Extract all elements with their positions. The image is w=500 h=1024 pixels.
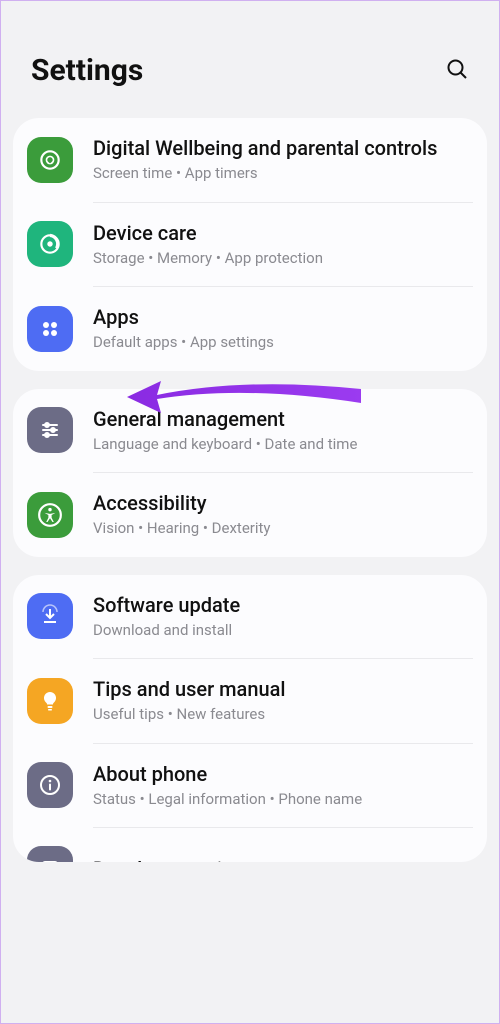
setting-developer-options[interactable]: Developer options xyxy=(13,828,487,862)
setting-title: Developer options xyxy=(93,857,473,863)
setting-apps[interactable]: Apps Default apps • App settings xyxy=(13,287,487,371)
setting-software-update[interactable]: Software update Download and install xyxy=(13,575,487,659)
settings-group-2: General management Language and keyboard… xyxy=(13,389,487,557)
setting-subtitle: Download and install xyxy=(93,621,473,641)
setting-title: About phone xyxy=(93,762,473,787)
device-care-icon xyxy=(27,221,73,267)
apps-icon xyxy=(27,306,73,352)
about-phone-icon xyxy=(27,762,73,808)
setting-title: Tips and user manual xyxy=(93,677,473,702)
setting-general-management[interactable]: General management Language and keyboard… xyxy=(13,389,487,473)
search-icon[interactable] xyxy=(445,57,469,85)
software-update-icon xyxy=(27,593,73,639)
setting-title: Digital Wellbeing and parental controls xyxy=(93,136,473,161)
setting-subtitle: Language and keyboard • Date and time xyxy=(93,435,473,455)
header: Settings xyxy=(1,1,499,118)
setting-subtitle: Default apps • App settings xyxy=(93,333,473,353)
wellbeing-icon xyxy=(27,137,73,183)
setting-title: General management xyxy=(93,407,473,432)
setting-subtitle: Storage • Memory • App protection xyxy=(93,249,473,269)
setting-title: Apps xyxy=(93,305,473,330)
setting-title: Software update xyxy=(93,593,473,618)
page-title: Settings xyxy=(31,53,143,88)
setting-subtitle: Useful tips • New features xyxy=(93,705,473,725)
setting-digital-wellbeing[interactable]: Digital Wellbeing and parental controls … xyxy=(13,118,487,202)
setting-title: Accessibility xyxy=(93,491,473,516)
developer-icon xyxy=(27,846,73,862)
tips-icon xyxy=(27,678,73,724)
setting-subtitle: Status • Legal information • Phone name xyxy=(93,790,473,810)
setting-device-care[interactable]: Device care Storage • Memory • App prote… xyxy=(13,203,487,287)
accessibility-icon xyxy=(27,492,73,538)
settings-group-1: Digital Wellbeing and parental controls … xyxy=(13,118,487,371)
setting-about-phone[interactable]: About phone Status • Legal information •… xyxy=(13,744,487,828)
setting-accessibility[interactable]: Accessibility Vision • Hearing • Dexteri… xyxy=(13,473,487,557)
setting-subtitle: Screen time • App timers xyxy=(93,164,473,184)
setting-title: Device care xyxy=(93,221,473,246)
settings-group-3: Software update Download and install Tip… xyxy=(13,575,487,863)
general-management-icon xyxy=(27,407,73,453)
setting-subtitle: Vision • Hearing • Dexterity xyxy=(93,519,473,539)
setting-tips[interactable]: Tips and user manual Useful tips • New f… xyxy=(13,659,487,743)
